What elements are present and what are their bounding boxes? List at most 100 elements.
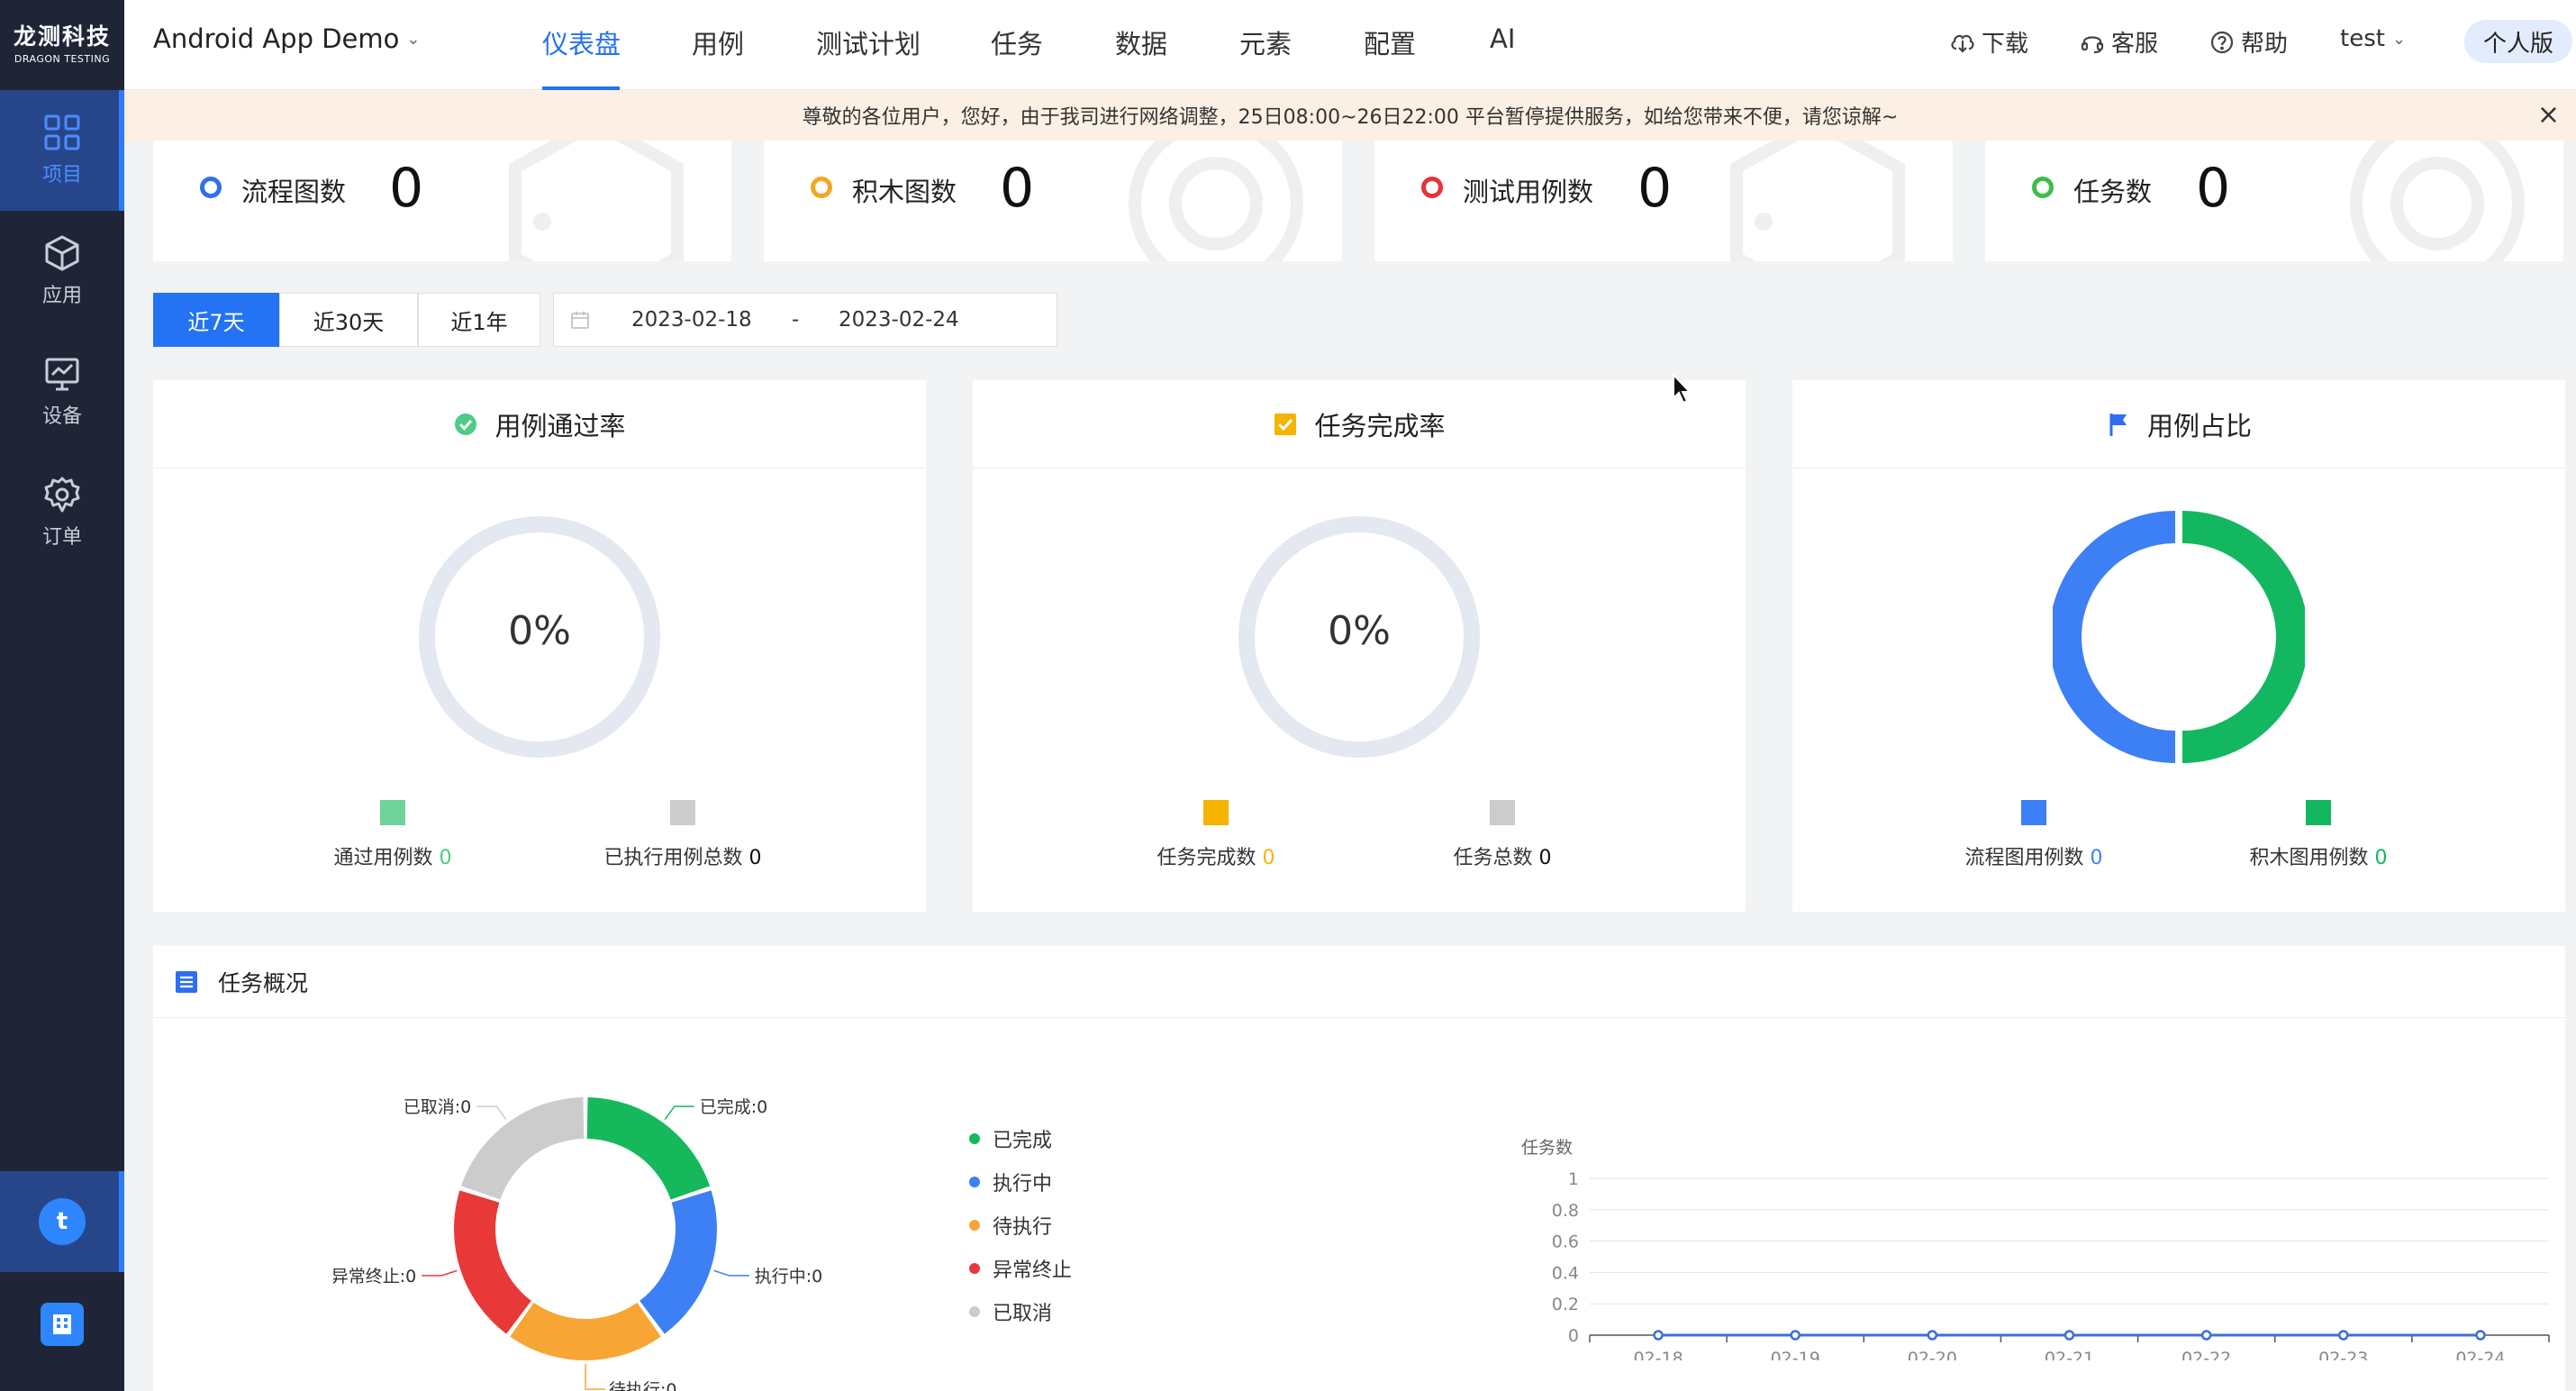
legend-swatch (2306, 800, 2331, 825)
legend-label: 已执行用例总数 (603, 847, 743, 869)
sidebar-item-label: 项目 (41, 164, 82, 186)
legend-label: 执行中 (993, 1173, 1053, 1196)
tab-tasks[interactable]: 任务 (991, 23, 1043, 61)
legend-value: 0 (439, 847, 452, 869)
legend-dot (969, 1306, 980, 1317)
data-point[interactable] (2064, 1330, 2075, 1341)
logo-text: 龙测科技 (13, 23, 111, 50)
help-button[interactable]: 帮助 (2209, 25, 2288, 59)
legend-swatch (380, 800, 405, 825)
block-cases-segment (2181, 511, 2305, 763)
status-dot (1421, 177, 1443, 198)
donut-segment-pending[interactable] (510, 1302, 661, 1360)
help-icon (2210, 31, 2234, 53)
legend-swatch (1203, 800, 1229, 825)
tab-ai[interactable]: AI (1490, 23, 1515, 54)
customer-service-button[interactable]: 客服 (2079, 25, 2158, 59)
donut-segment-completed[interactable] (586, 1097, 711, 1200)
task-completion-card: 任务完成率 0% 任务完成数 0 任务总数 0 (973, 380, 1746, 912)
personal-edition-button[interactable]: 个人版 (2464, 20, 2572, 63)
stat-card-tasks: 任务数 0 (1985, 141, 2563, 261)
legend-total-tasks: 任务总数 0 (1358, 841, 1646, 870)
donut-segment-running[interactable] (639, 1190, 717, 1334)
status-dot (811, 177, 832, 198)
building-icon[interactable] (41, 1303, 84, 1346)
y-tick-label: 0.8 (1552, 1201, 1579, 1221)
legend-dot (969, 1263, 980, 1274)
user-menu[interactable]: test ⌄ (2340, 25, 2406, 52)
download-button[interactable]: 下载 (1949, 25, 2028, 59)
gear-icon (44, 477, 80, 513)
service-label: 客服 (2111, 31, 2159, 58)
stat-card-blocks: 积木图数 0 (764, 141, 1342, 261)
tab-cases[interactable]: 用例 (692, 23, 744, 61)
sidebar-item-projects[interactable]: 项目 (0, 90, 124, 211)
donut-label-running: 执行中:0 (755, 1267, 823, 1286)
y-tick-label: 1 (1568, 1169, 1579, 1189)
tab-config[interactable]: 配置 (1364, 23, 1416, 61)
stat-label: 测试用例数 (1463, 177, 1594, 207)
legend-pending[interactable]: 待执行 (969, 1211, 1052, 1240)
data-point[interactable] (1653, 1330, 1664, 1341)
stat-card-flowcharts: 流程图数 0 (153, 141, 731, 261)
y-tick-label: 0 (1568, 1326, 1579, 1346)
close-icon[interactable]: × (2537, 102, 2560, 129)
range-30-days-button[interactable]: 近30天 (279, 293, 418, 347)
data-point[interactable] (2475, 1330, 2486, 1341)
check-circle-icon (455, 413, 477, 435)
legend-flowchart-cases: 流程图用例数 0 (1890, 841, 2178, 870)
legend-completed[interactable]: 已完成 (969, 1124, 1052, 1153)
cube-icon (45, 235, 79, 271)
data-point[interactable] (2338, 1330, 2349, 1341)
donut-leader-line (422, 1269, 458, 1277)
legend-label: 已取消 (993, 1303, 1053, 1325)
data-point[interactable] (2200, 1330, 2212, 1341)
list-icon (176, 970, 197, 993)
data-point[interactable] (1790, 1330, 1800, 1341)
tab-data[interactable]: 数据 (1115, 23, 1167, 61)
stat-card-testcases: 测试用例数 0 (1374, 141, 1953, 261)
mouse-cursor (1673, 373, 1692, 405)
legend-swatch (1490, 800, 1515, 825)
legend-label: 积木图用例数 (2249, 847, 2369, 869)
legend-aborted[interactable]: 异常终止 (969, 1254, 1072, 1283)
y-tick-label: 0.4 (1552, 1263, 1579, 1283)
donut-segment-aborted[interactable] (454, 1190, 531, 1334)
donut-label-pending: 待执行:0 (609, 1380, 677, 1391)
legend-cancelled[interactable]: 已取消 (969, 1297, 1052, 1326)
sidebar-item-label: 设备 (41, 405, 82, 428)
donut-segment-cancelled[interactable] (460, 1097, 585, 1200)
sidebar-item-apps[interactable]: 应用 (0, 211, 124, 332)
headset-icon (2081, 35, 2104, 53)
legend-running[interactable]: 执行中 (969, 1168, 1052, 1196)
legend-value: 0 (1538, 847, 1552, 869)
legend-dot (969, 1133, 980, 1144)
user-avatar-button[interactable]: t (0, 1171, 124, 1272)
legend-swatch (2021, 800, 2046, 825)
sidebar-item-devices[interactable]: 设备 (0, 332, 124, 452)
stat-label: 积木图数 (852, 177, 957, 207)
tab-elements[interactable]: 元素 (1239, 23, 1292, 61)
x-tick-label: 02-24 (2455, 1349, 2505, 1360)
legend-swatch (670, 800, 695, 825)
data-point[interactable] (1927, 1330, 1938, 1341)
tab-dashboard[interactable]: 仪表盘 (542, 23, 621, 61)
app-selector[interactable]: Android App Demo ⌄ (153, 23, 420, 54)
task-overview-card: 任务概况 已完成:0 执行中:0 待执行:0 异常终止:0 已取消:0 已完成 执行中 … (153, 946, 2565, 1391)
pass-rate-card: 用例通过率 0% 通过用例数 0 已执行用例总数 0 (153, 380, 926, 912)
chevron-down-icon: ⌄ (2391, 29, 2407, 49)
x-tick-label: 02-21 (2045, 1349, 2094, 1360)
legend-label: 通过用例数 (333, 847, 433, 869)
range-1-year-button[interactable]: 近1年 (418, 293, 540, 347)
decor-icon (1730, 141, 1905, 261)
x-tick-label: 02-23 (2318, 1349, 2368, 1360)
range-7-days-button[interactable]: 近7天 (153, 293, 279, 347)
legend-value: 0 (748, 847, 762, 869)
sidebar-item-orders[interactable]: 订单 (0, 452, 124, 573)
start-date: 2023-02-18 (631, 308, 752, 332)
donut-leader-line (476, 1105, 507, 1121)
donut-label-completed: 已完成:0 (700, 1097, 768, 1117)
stat-value: 0 (389, 157, 424, 220)
tab-test-plans[interactable]: 测试计划 (816, 23, 921, 61)
date-range-picker[interactable]: 2023-02-18 - 2023-02-24 (553, 293, 1057, 347)
